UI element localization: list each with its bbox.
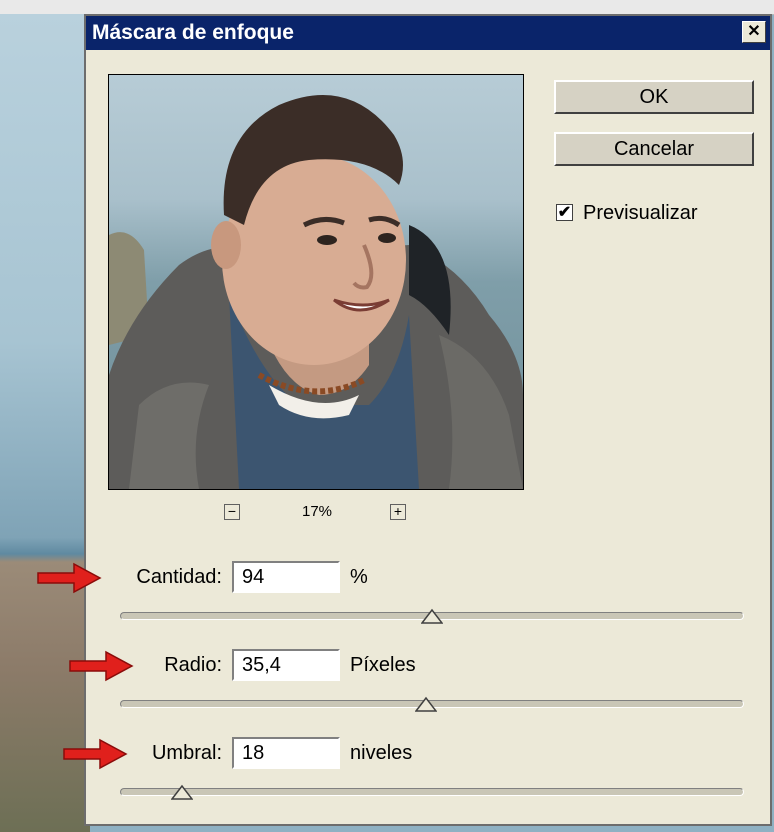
- threshold-input[interactable]: [232, 737, 340, 769]
- radius-input[interactable]: [232, 649, 340, 681]
- close-icon: ✕: [747, 23, 761, 40]
- background-app-strip: [0, 0, 774, 15]
- preview-checkbox-label: Previsualizar: [583, 202, 698, 224]
- annotation-arrow-radius: [69, 650, 134, 682]
- zoom-controls: − 17% +: [108, 502, 524, 526]
- preview-checkbox[interactable]: ✔: [556, 204, 573, 221]
- dialog-title: Máscara de enfoque: [92, 21, 294, 44]
- annotation-arrow-amount: [37, 562, 102, 594]
- annotation-arrow-threshold: [63, 738, 128, 770]
- threshold-slider[interactable]: [120, 788, 744, 796]
- dialog-title-bar[interactable]: Máscara de enfoque ✕: [86, 16, 770, 50]
- radius-unit: Píxeles: [350, 654, 416, 676]
- portrait-photo: [109, 95, 523, 489]
- threshold-unit: niveles: [350, 742, 413, 764]
- preview-image[interactable]: [108, 74, 524, 490]
- amount-unit: %: [350, 566, 368, 588]
- ok-button[interactable]: OK: [554, 80, 754, 114]
- threshold-slider-thumb[interactable]: [171, 784, 194, 800]
- unsharp-mask-dialog: Máscara de enfoque ✕ − 17% + OK Cancelar…: [84, 14, 772, 826]
- zoom-out-button[interactable]: −: [224, 504, 240, 520]
- cancel-button[interactable]: Cancelar: [554, 132, 754, 166]
- plus-icon: +: [393, 503, 403, 519]
- zoom-level: 17%: [301, 503, 333, 520]
- checkmark-icon: ✔: [557, 204, 572, 221]
- zoom-in-button[interactable]: +: [390, 504, 406, 520]
- amount-input[interactable]: [232, 561, 340, 593]
- amount-label: Cantidad:: [136, 566, 222, 588]
- amount-slider-thumb[interactable]: [421, 608, 443, 624]
- background-photo: [0, 14, 90, 832]
- minus-icon: −: [227, 503, 237, 519]
- radius-slider-thumb[interactable]: [414, 696, 437, 712]
- close-button[interactable]: ✕: [742, 21, 766, 43]
